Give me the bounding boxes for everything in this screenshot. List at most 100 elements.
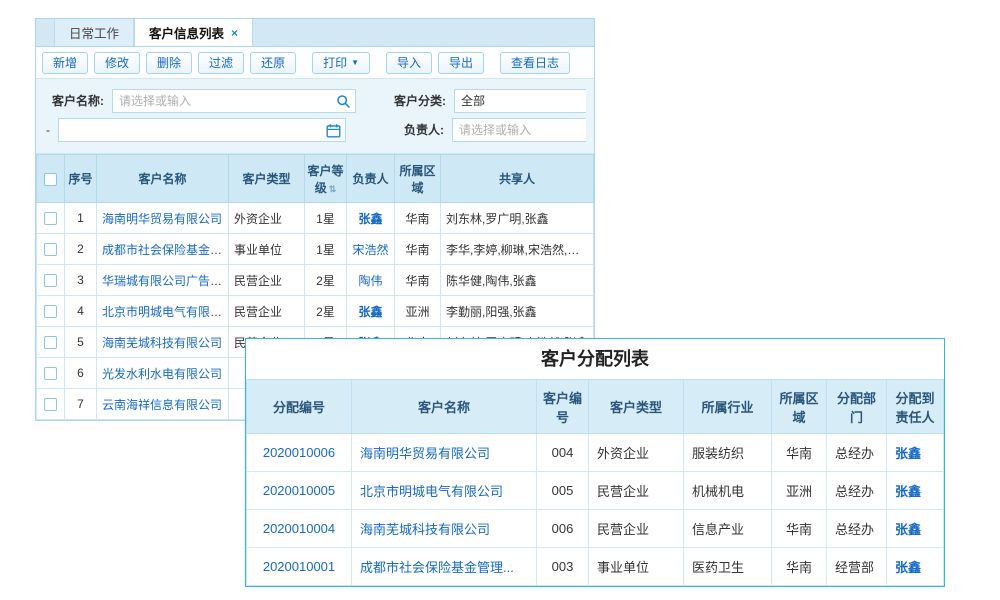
sort-icon[interactable]: ⇅: [329, 184, 337, 194]
customer-name-link[interactable]: 海南明华贸易有限公司: [360, 446, 490, 461]
customer-category-input[interactable]: [455, 90, 586, 112]
import-button[interactable]: 导入: [386, 52, 432, 74]
calendar-icon[interactable]: [326, 123, 341, 143]
header-alloc-no: 分配编号: [247, 380, 352, 434]
cell-dept: 总经办: [827, 434, 887, 472]
customer-name-link[interactable]: 云南海祥信息有限公司: [102, 398, 222, 412]
cell-type: 民营企业: [229, 296, 305, 327]
customer-name-input[interactable]: [113, 90, 355, 112]
tab-daily-work[interactable]: 日常工作: [54, 19, 134, 46]
new-button[interactable]: 新增: [42, 52, 88, 74]
cell-type: 事业单位: [229, 234, 305, 265]
cell-shared: 李华,李婷,柳琳,宋浩然,张鑫: [441, 234, 594, 265]
customer-category-label: 客户分类:: [394, 92, 446, 109]
customer-name-link[interactable]: 华瑞城有限公司广告设计部: [102, 274, 229, 288]
assignee-link[interactable]: 张鑫: [895, 522, 921, 537]
alloc-no-link[interactable]: 2020010004: [263, 521, 335, 536]
cell-no: 2: [65, 234, 97, 265]
tab-customer-info-list-label: 客户信息列表: [149, 23, 224, 42]
table-row: 2 成都市社会保险基金管理... 事业单位 1星 宋浩然 华南 李华,李婷,柳琳…: [37, 234, 594, 265]
row-checkbox[interactable]: [44, 212, 57, 225]
print-button[interactable]: 打印 ▼: [312, 52, 370, 74]
tab-close-icon[interactable]: ×: [231, 27, 238, 39]
header-type: 客户类型: [229, 155, 305, 203]
cell-cust-no: 004: [537, 434, 589, 472]
customer-table-header-row: 序号 客户名称 客户类型 客户等级⇅ 负责人 所属区域 共享人: [37, 155, 594, 203]
customer-name-link[interactable]: 成都市社会保险基金管理...: [102, 243, 229, 257]
filter-row-2: - 负责人:: [44, 116, 586, 143]
cell-type: 民营企业: [229, 265, 305, 296]
table-row: 1 海南明华贸易有限公司 外资企业 1星 张鑫 华南 刘东林,罗广明,张鑫: [37, 203, 594, 234]
row-checkbox[interactable]: [44, 305, 57, 318]
cell-region: 亚洲: [772, 472, 827, 510]
alloc-no-link[interactable]: 2020010006: [263, 445, 335, 460]
cell-no: 7: [65, 389, 97, 420]
header-shared: 共享人: [441, 155, 594, 203]
export-button[interactable]: 导出: [438, 52, 484, 74]
owner-input[interactable]: [453, 119, 586, 141]
customer-name-link[interactable]: 光发水利水电有限公司: [102, 367, 222, 381]
customer-name-link[interactable]: 海南明华贸易有限公司: [102, 212, 222, 226]
customer-name-link[interactable]: 海南芜城科技有限公司: [360, 522, 490, 537]
owner-link[interactable]: 宋浩然: [352, 243, 388, 257]
assignee-link[interactable]: 张鑫: [895, 560, 921, 575]
cell-shared: 陈华健,陶伟,张鑫: [441, 265, 594, 296]
tab-bar: 日常工作 客户信息列表 ×: [36, 19, 594, 47]
row-checkbox[interactable]: [44, 243, 57, 256]
header-industry: 所属行业: [684, 380, 772, 434]
alloc-no-link[interactable]: 2020010001: [263, 559, 335, 574]
cell-cust-no: 005: [537, 472, 589, 510]
row-checkbox[interactable]: [44, 274, 57, 287]
row-checkbox[interactable]: [44, 367, 57, 380]
owner-link[interactable]: 陶伟: [358, 274, 382, 288]
chevron-down-icon: ▼: [351, 53, 359, 73]
customer-name-link[interactable]: 成都市社会保险基金管理...: [360, 560, 514, 575]
customer-name-link[interactable]: 北京市明城电气有限公司: [360, 484, 503, 499]
edit-button[interactable]: 修改: [94, 52, 140, 74]
cell-region: 华南: [395, 203, 441, 234]
row-checkbox[interactable]: [44, 398, 57, 411]
filter-area: 客户名称: 客户分类: -: [36, 79, 594, 154]
alloc-no-link[interactable]: 2020010005: [263, 483, 335, 498]
row-checkbox[interactable]: [44, 336, 57, 349]
assignee-link[interactable]: 张鑫: [895, 446, 921, 461]
header-dept: 分配部门: [827, 380, 887, 434]
cell-region: 亚洲: [395, 296, 441, 327]
owner-link[interactable]: 张鑫: [358, 212, 382, 226]
filter-button[interactable]: 过滤: [198, 52, 244, 74]
cell-industry: 医药卫生: [684, 548, 772, 586]
tab-daily-work-label: 日常工作: [69, 23, 119, 42]
table-row: 2020010004 海南芜城科技有限公司 006 民营企业 信息产业 华南 总…: [247, 510, 944, 548]
header-region: 所属区域: [772, 380, 827, 434]
table-row: 2020010001 成都市社会保险基金管理... 003 事业单位 医药卫生 …: [247, 548, 944, 586]
allocation-table-header-row: 分配编号 客户名称 客户编号 客户类型 所属行业 所属区域 分配部门 分配到责任…: [247, 380, 944, 434]
customer-name-link[interactable]: 北京市明城电气有限公司: [102, 305, 229, 319]
tab-customer-info-list[interactable]: 客户信息列表 ×: [134, 19, 253, 46]
delete-button[interactable]: 删除: [146, 52, 192, 74]
cell-shared: 刘东林,罗广明,张鑫: [441, 203, 594, 234]
header-region: 所属区域: [395, 155, 441, 203]
cell-type: 外资企业: [229, 203, 305, 234]
cell-type: 民营企业: [589, 510, 684, 548]
customer-category-input-wrap: [454, 89, 586, 113]
view-log-button[interactable]: 查看日志: [500, 52, 570, 74]
date-input[interactable]: [59, 119, 345, 141]
cell-region: 华南: [772, 510, 827, 548]
cell-level: 2星: [305, 265, 347, 296]
owner-link[interactable]: 张鑫: [358, 305, 382, 319]
cell-no: 1: [65, 203, 97, 234]
select-all-checkbox[interactable]: [44, 173, 57, 186]
cell-level: 1星: [305, 203, 347, 234]
cell-region: 华南: [772, 434, 827, 472]
customer-name-label: 客户名称:: [52, 92, 104, 109]
header-no: 序号: [65, 155, 97, 203]
search-icon[interactable]: [336, 94, 351, 114]
customer-name-link[interactable]: 海南芜城科技有限公司: [102, 336, 222, 350]
header-customer-no: 客户编号: [537, 380, 589, 434]
cell-industry: 信息产业: [684, 510, 772, 548]
restore-button[interactable]: 还原: [250, 52, 296, 74]
table-row: 3 华瑞城有限公司广告设计部 民营企业 2星 陶伟 华南 陈华健,陶伟,张鑫: [37, 265, 594, 296]
assignee-link[interactable]: 张鑫: [895, 484, 921, 499]
cell-type: 民营企业: [589, 472, 684, 510]
cell-region: 华南: [395, 234, 441, 265]
